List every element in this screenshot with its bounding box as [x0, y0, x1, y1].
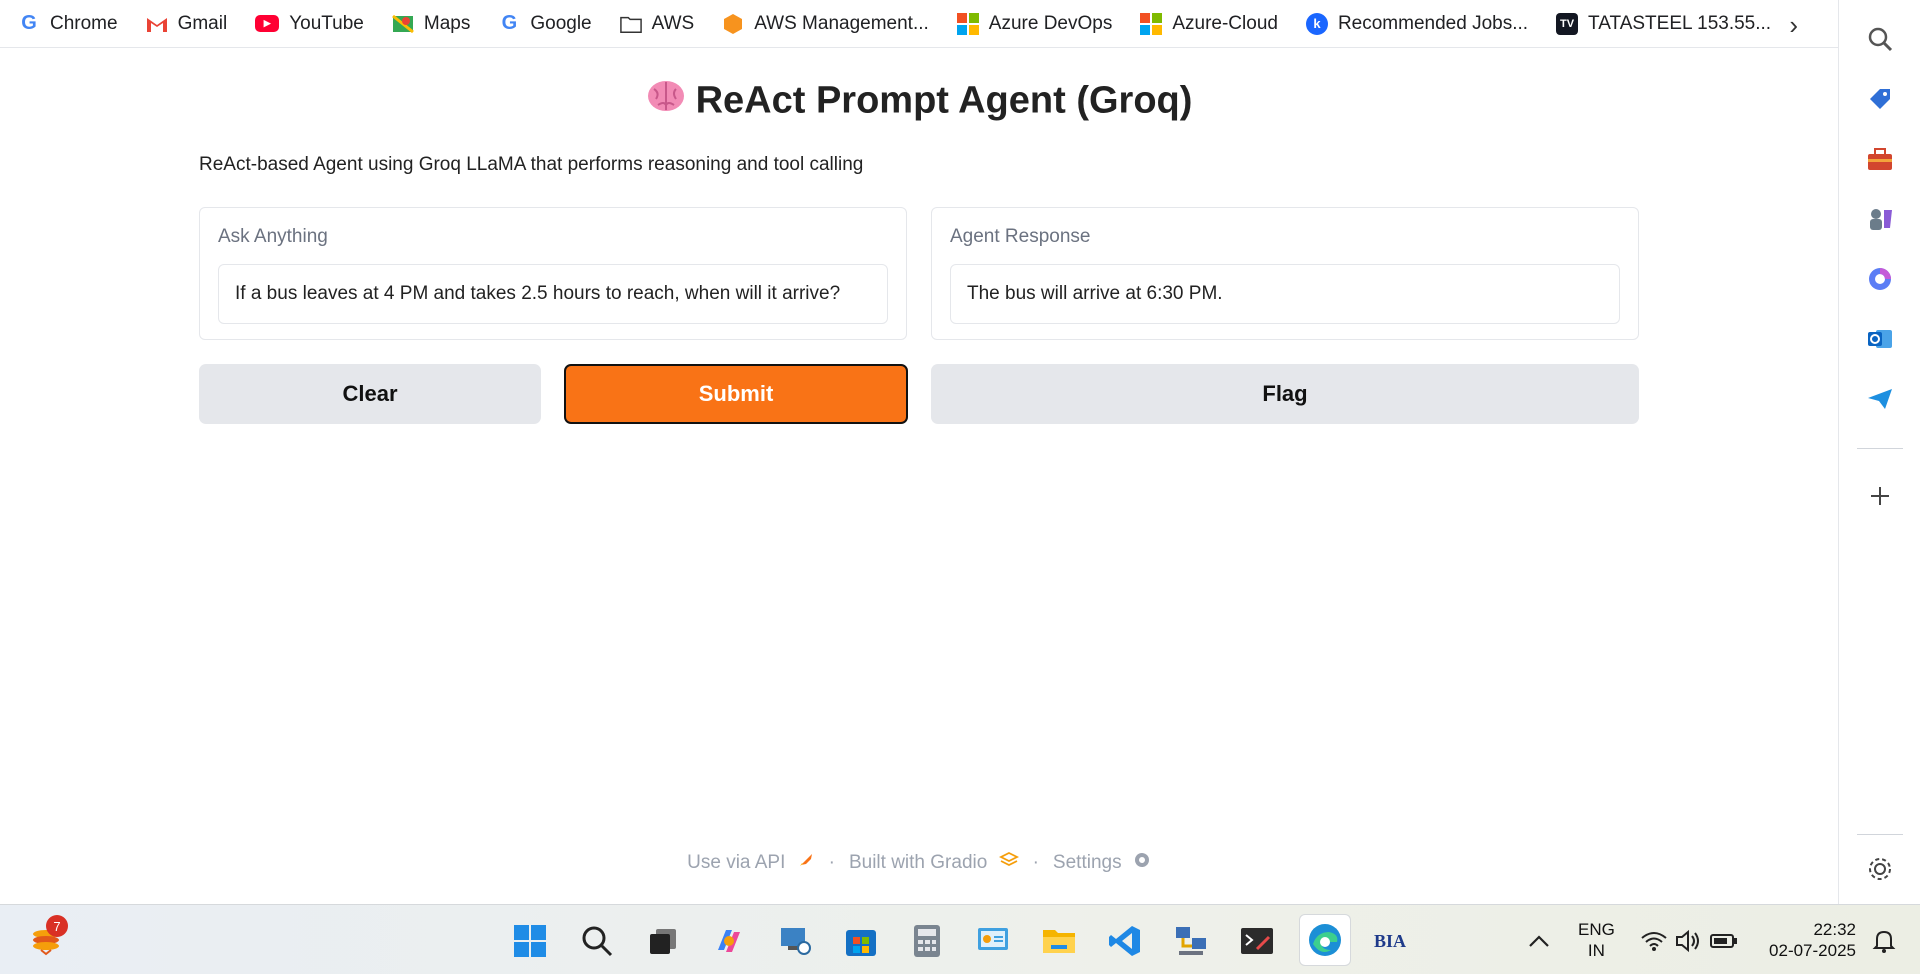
tradingview-icon: TV	[1556, 12, 1579, 35]
remote-desktop-icon[interactable]	[773, 919, 817, 963]
chevron-right-icon[interactable]: ›	[1789, 10, 1798, 41]
bookmark-aws-folder[interactable]: AWS	[619, 12, 695, 35]
bookmark-chrome[interactable]: G Chrome	[18, 12, 118, 35]
copilot-icon[interactable]	[707, 919, 751, 963]
gear-icon[interactable]	[1863, 852, 1897, 886]
input-label: Ask Anything	[218, 226, 328, 247]
clock-time: 22:32	[1813, 920, 1856, 939]
folder-icon	[619, 13, 642, 35]
use-via-api-link[interactable]: Use via API	[687, 851, 815, 875]
copilot-icon[interactable]	[1863, 262, 1897, 296]
clear-button[interactable]: Clear	[199, 364, 541, 424]
google-g-icon: G	[21, 12, 37, 34]
system-clock[interactable]: 22:32 02-07-2025	[1762, 919, 1856, 961]
region-code: IN	[1587, 941, 1605, 960]
search-icon[interactable]	[1863, 22, 1897, 56]
bookmark-azure-devops[interactable]: Azure DevOps	[956, 12, 1113, 35]
terminal-icon[interactable]	[1235, 919, 1279, 963]
language-code: ENG	[1578, 920, 1615, 939]
add-icon[interactable]	[1863, 479, 1897, 513]
windows-taskbar: 7 BIA ENG IN 22:32 02-07-2025	[0, 904, 1920, 974]
language-indicator[interactable]: ENG IN	[1578, 919, 1615, 961]
task-view-icon[interactable]	[641, 919, 685, 963]
bookmarks-bar: G Chrome Gmail ▶ YouTube Maps G Google A…	[0, 0, 1838, 48]
footer: Use via API · Built with Gradio · Settin…	[0, 851, 1838, 875]
footer-separator: ·	[1032, 852, 1039, 873]
side-panel-divider	[1857, 448, 1903, 449]
page-title: ReAct Prompt Agent (Groq)	[0, 78, 1838, 123]
gear-icon	[1133, 851, 1151, 875]
flag-button[interactable]: Flag	[931, 364, 1639, 424]
aws-icon	[722, 13, 744, 35]
search-icon[interactable]	[575, 919, 619, 963]
chevron-up-icon[interactable]	[1517, 919, 1561, 963]
bookmark-label: Gmail	[177, 12, 228, 34]
bookmark-recommended-jobs[interactable]: k Recommended Jobs...	[1305, 12, 1529, 35]
outlook-icon[interactable]	[1863, 322, 1897, 356]
toolbox-icon[interactable]	[1863, 142, 1897, 176]
use-via-api-label: Use via API	[687, 852, 786, 874]
bia-app-icon[interactable]: BIA	[1368, 919, 1412, 963]
file-explorer-icon[interactable]	[1037, 919, 1081, 963]
send-icon[interactable]	[1863, 382, 1897, 416]
ask-anything-input[interactable]: If a bus leaves at 4 PM and takes 2.5 ho…	[218, 264, 888, 324]
bookmark-label: Azure-Cloud	[1172, 12, 1278, 34]
settings-label: Settings	[1052, 852, 1122, 874]
built-with-gradio-label: Built with Gradio	[848, 852, 988, 874]
output-label: Agent Response	[950, 226, 1091, 247]
maps-icon	[391, 13, 414, 35]
bookmark-label: Maps	[423, 12, 471, 34]
bookmark-label: AWS Management...	[754, 12, 929, 34]
clock-date: 02-07-2025	[1769, 941, 1856, 960]
gradio-logo-icon	[998, 851, 1019, 875]
microsoft-icon	[1140, 12, 1163, 35]
notifications-icon[interactable]	[1862, 919, 1906, 963]
gmail-icon	[146, 13, 168, 35]
youtube-icon: ▶	[255, 15, 280, 32]
bookmark-maps[interactable]: Maps	[391, 12, 471, 35]
page-title-text: ReAct Prompt Agent (Groq)	[695, 79, 1193, 122]
google-g-icon: G	[501, 12, 518, 34]
bookmark-label: Google	[530, 12, 592, 34]
windows-start-icon[interactable]	[508, 919, 552, 963]
calculator-icon[interactable]	[905, 919, 949, 963]
jobs-icon: k	[1305, 12, 1328, 35]
bookmark-google[interactable]: G Google	[498, 12, 592, 35]
battery-icon[interactable]	[1702, 919, 1746, 963]
system-monitor-icon[interactable]	[971, 919, 1015, 963]
bookmark-youtube[interactable]: ▶ YouTube	[255, 13, 364, 35]
edge-browser-icon[interactable]	[1299, 914, 1351, 966]
microsoft-store-icon[interactable]	[839, 919, 883, 963]
page-description: ReAct-based Agent using Groq LLaMA that …	[199, 154, 864, 175]
side-panel-divider	[1857, 834, 1903, 835]
built-with-gradio-link[interactable]: Built with Gradio	[849, 851, 1019, 875]
microsoft-icon	[956, 12, 979, 35]
bookmark-aws-management[interactable]: AWS Management...	[722, 13, 929, 35]
bookmark-gmail[interactable]: Gmail	[146, 12, 228, 35]
vscode-icon[interactable]	[1103, 919, 1147, 963]
bookmark-label: YouTube	[289, 12, 364, 34]
bookmark-label: TATASTEEL 153.55...	[1588, 12, 1772, 34]
games-icon[interactable]	[1863, 202, 1897, 236]
input-panel: Ask Anything If a bus leaves at 4 PM and…	[199, 207, 907, 340]
output-panel: Agent Response The bus will arrive at 6:…	[931, 207, 1639, 340]
bookmark-label: Chrome	[50, 12, 118, 34]
shopping-tag-icon[interactable]	[1863, 82, 1897, 116]
submit-button[interactable]: Submit	[564, 364, 908, 424]
bookmark-tatasteel[interactable]: TV TATASTEEL 153.55...	[1556, 12, 1772, 35]
browser-side-panel	[1838, 0, 1920, 904]
notification-badge: 7	[46, 915, 68, 937]
network-tool-icon[interactable]	[1169, 919, 1213, 963]
bookmark-azure-cloud[interactable]: Azure-Cloud	[1140, 12, 1278, 35]
agent-response-output[interactable]: The bus will arrive at 6:30 PM.	[950, 264, 1620, 324]
settings-link[interactable]: Settings	[1053, 851, 1151, 875]
rocket-icon	[797, 851, 815, 875]
bookmark-label: Azure DevOps	[988, 12, 1113, 34]
footer-separator: ·	[828, 852, 835, 873]
bookmark-label: AWS	[651, 12, 695, 34]
bookmark-label: Recommended Jobs...	[1337, 12, 1529, 34]
brain-icon	[646, 79, 686, 123]
